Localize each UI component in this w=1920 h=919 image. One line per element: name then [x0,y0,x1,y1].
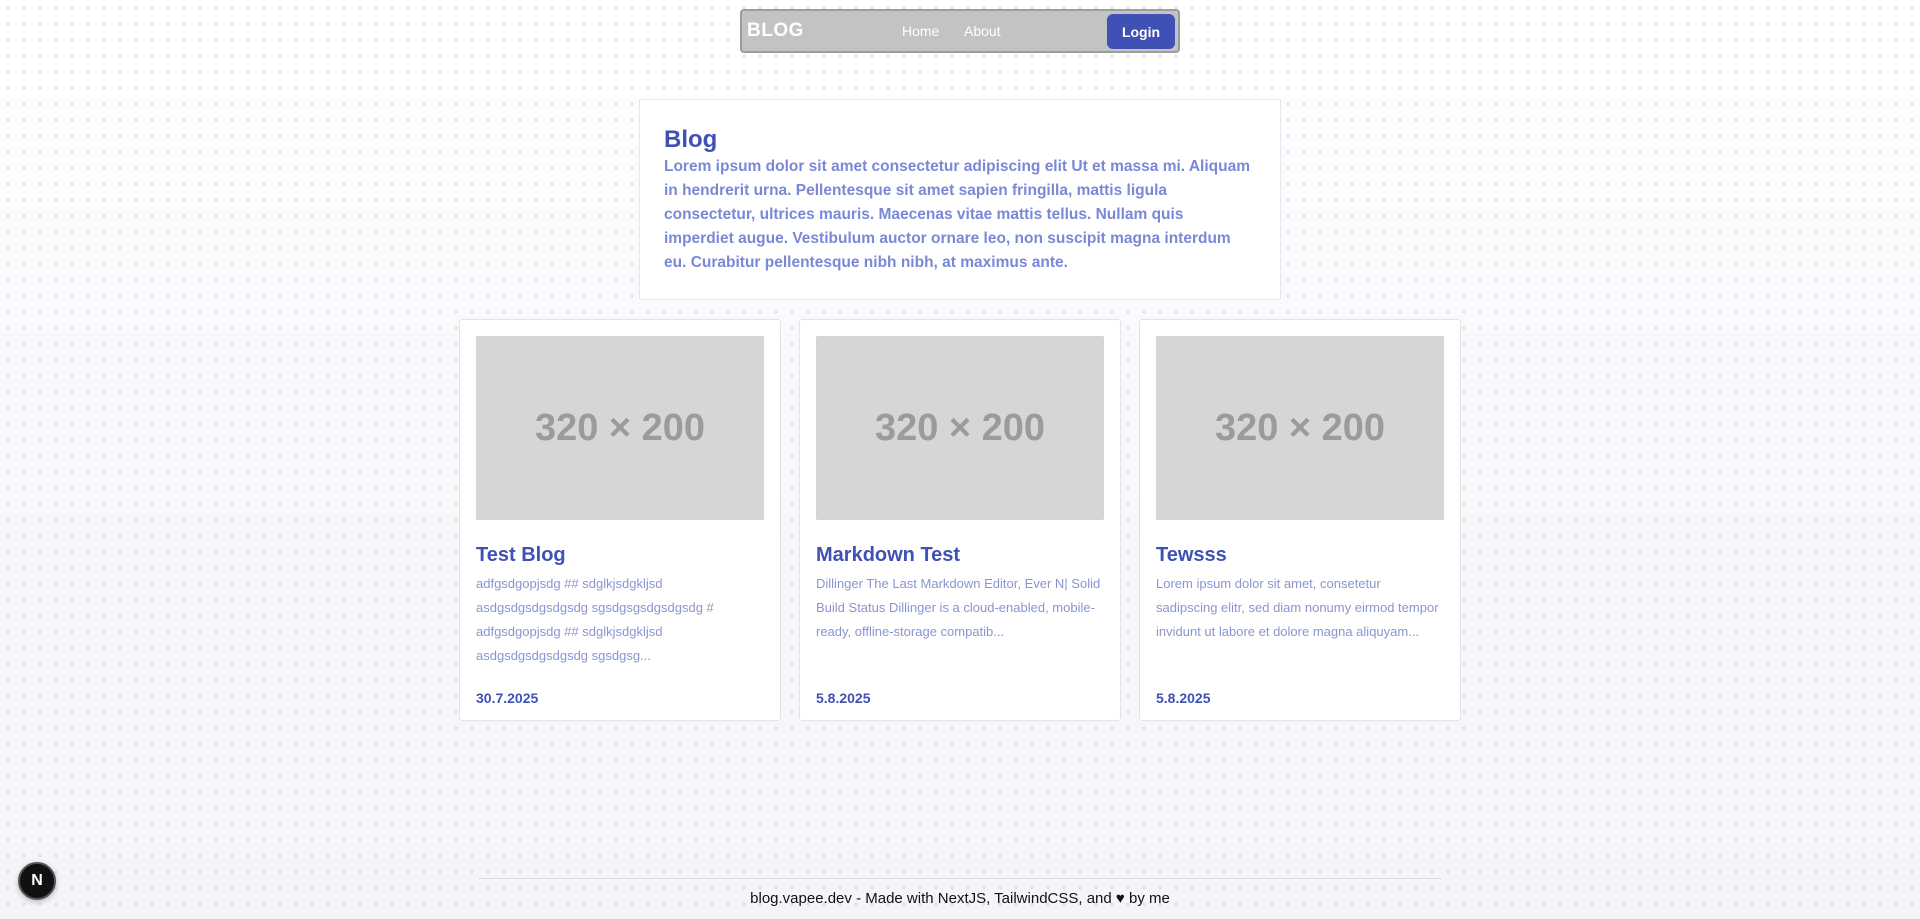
navbar: BLOG Home About Login [740,9,1180,53]
post-excerpt: Dillinger The Last Markdown Editor, Ever… [816,576,1101,639]
post-card[interactable]: 320 × 200 Test Blog adfgsdgopjsdg ## sdg… [459,319,781,721]
post-thumbnail[interactable]: 320 × 200 [476,336,764,520]
hero-description: Lorem ipsum dolor sit amet consectetur a… [664,158,1250,271]
post-card[interactable]: 320 × 200 Markdown Test Dillinger The La… [799,319,1121,721]
post-date: 5.8.2025 [816,690,871,706]
footer-text-after: by me [1124,890,1170,907]
heart-icon: ♥ [1115,890,1125,907]
post-date: 30.7.2025 [476,690,539,706]
page-title: Blog [664,126,718,153]
post-excerpt: adfgsdgopjsdg ## sdglkjsdgkljsd asdgsdgs… [476,576,714,663]
post-thumbnail[interactable]: 320 × 200 [1156,336,1444,520]
nav-link-about[interactable]: About [964,23,1001,39]
post-card[interactable]: 320 × 200 Tewsss Lorem ipsum dolor sit a… [1139,319,1461,721]
footer: blog.vapee.dev - Made with NextJS, Tailw… [0,890,1920,907]
post-date: 5.8.2025 [1156,690,1211,706]
post-thumbnail[interactable]: 320 × 200 [816,336,1104,520]
login-button[interactable]: Login [1107,14,1175,49]
footer-divider [479,878,1441,879]
post-title[interactable]: Test Blog [476,542,764,568]
post-title[interactable]: Markdown Test [816,542,1104,568]
post-excerpt: Lorem ipsum dolor sit amet, consetetur s… [1156,576,1439,639]
nextjs-dev-indicator-icon[interactable]: N [18,862,56,900]
post-title[interactable]: Tewsss [1156,542,1444,568]
nav-link-home[interactable]: Home [902,23,939,39]
brand-logo[interactable]: BLOG [747,20,804,42]
footer-text-before: blog.vapee.dev - Made with NextJS, Tailw… [750,890,1116,907]
hero-card: Blog Lorem ipsum dolor sit amet consecte… [639,99,1281,300]
